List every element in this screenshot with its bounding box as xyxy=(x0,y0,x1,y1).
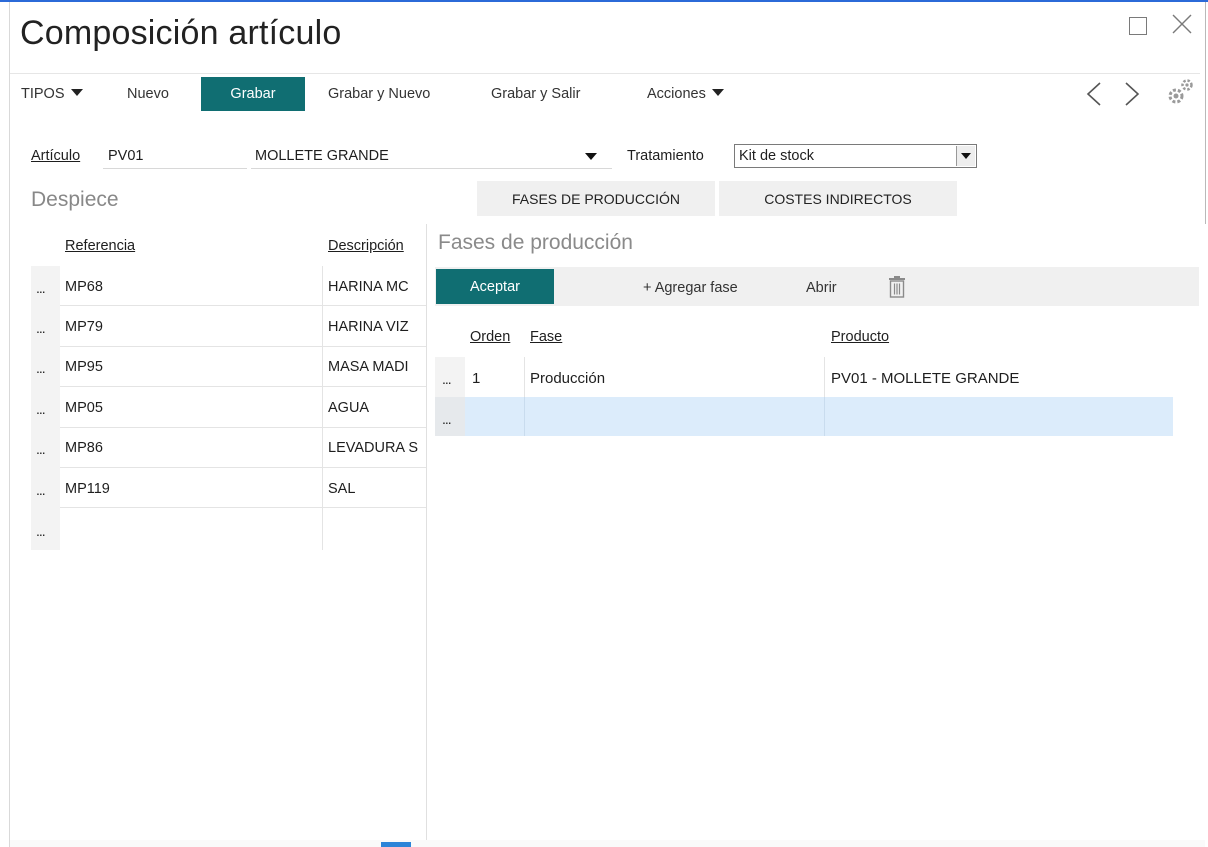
acciones-label: Acciones xyxy=(647,86,706,102)
caret-down-icon xyxy=(70,89,83,96)
col-producto-header[interactable]: Producto xyxy=(831,329,889,345)
new-row-selected[interactable] xyxy=(465,397,1173,436)
tipos-menu[interactable]: TIPOS xyxy=(21,86,83,102)
tratamiento-value: Kit de stock xyxy=(739,148,814,164)
row-menu-button[interactable]: ... xyxy=(36,482,46,498)
cell-descripcion[interactable]: LEVADURA S xyxy=(328,440,418,456)
caret-down-icon[interactable] xyxy=(585,153,597,160)
maximize-icon[interactable] xyxy=(1129,17,1147,35)
toolbar-divider xyxy=(10,73,1200,74)
tratamiento-select[interactable]: Kit de stock xyxy=(734,144,977,168)
abrir-button[interactable]: Abrir xyxy=(806,280,837,296)
grabar-nuevo-button[interactable]: Grabar y Nuevo xyxy=(328,86,430,102)
fases-title: Fases de producción xyxy=(438,231,633,254)
column-divider xyxy=(524,397,525,436)
row-menu-button[interactable]: ... xyxy=(36,401,46,417)
articulo-code-field[interactable]: PV01 xyxy=(103,146,247,169)
chevron-right-icon[interactable] xyxy=(1123,81,1141,107)
row-menu-button[interactable]: ... xyxy=(36,441,46,457)
bottom-edge xyxy=(10,840,1205,847)
tab-costes-indirectos[interactable]: COSTES INDIRECTOS xyxy=(719,181,957,216)
cell-descripcion[interactable]: MASA MADI xyxy=(328,359,409,375)
gear-icon[interactable] xyxy=(1165,76,1197,108)
chevron-left-icon[interactable] xyxy=(1085,81,1103,107)
cell-descripcion[interactable]: HARINA VIZ xyxy=(328,319,409,335)
window-title: Composición artículo xyxy=(20,14,342,52)
cell-orden[interactable]: 1 xyxy=(472,370,480,387)
window-left-border xyxy=(9,2,10,847)
cell-descripcion[interactable]: SAL xyxy=(328,481,355,497)
tratamiento-label: Tratamiento xyxy=(627,148,704,164)
row-divider xyxy=(31,467,426,468)
window-top-border xyxy=(0,0,1208,2)
cell-descripcion[interactable]: HARINA MC xyxy=(328,279,409,295)
tab-fases-produccion[interactable]: FASES DE PRODUCCIÓN xyxy=(477,181,715,216)
despiece-title: Despiece xyxy=(31,188,119,211)
acciones-menu[interactable]: Acciones xyxy=(647,86,724,102)
dropdown-button[interactable] xyxy=(956,146,975,166)
caret-down-icon xyxy=(961,153,971,159)
cell-referencia[interactable]: MP95 xyxy=(65,359,103,375)
row-menu-button[interactable]: ... xyxy=(442,411,452,427)
column-divider xyxy=(322,266,323,550)
caret-down-icon xyxy=(711,89,724,96)
row-menu-button[interactable]: ... xyxy=(36,523,46,539)
cell-descripcion[interactable]: AGUA xyxy=(328,400,369,416)
close-icon[interactable] xyxy=(1170,12,1194,36)
aceptar-button[interactable]: Aceptar xyxy=(436,269,554,304)
col-referencia-header[interactable]: Referencia xyxy=(65,238,135,254)
row-divider xyxy=(31,507,426,508)
row-menu-button[interactable]: ... xyxy=(442,371,452,387)
tipos-label: TIPOS xyxy=(21,86,65,102)
articulo-desc-field[interactable]: MOLLETE GRANDE xyxy=(251,146,612,169)
nuevo-button[interactable]: Nuevo xyxy=(127,86,169,102)
grabar-button[interactable]: Grabar xyxy=(201,77,305,111)
row-menu-button[interactable]: ... xyxy=(36,280,46,296)
row-menu-button[interactable]: ... xyxy=(36,320,46,336)
row-menu-button[interactable]: ... xyxy=(36,360,46,376)
col-descripcion-header[interactable]: Descripción xyxy=(328,238,404,254)
articulo-label[interactable]: Artículo xyxy=(31,148,80,164)
cell-referencia[interactable]: MP68 xyxy=(65,279,103,295)
cell-producto[interactable]: PV01 - MOLLETE GRANDE xyxy=(831,370,1019,387)
cell-referencia[interactable]: MP119 xyxy=(65,481,110,497)
cell-referencia[interactable]: MP79 xyxy=(65,319,103,335)
agregar-fase-button[interactable]: + Agregar fase xyxy=(643,280,738,296)
column-divider xyxy=(824,397,825,436)
row-divider xyxy=(31,386,426,387)
grabar-salir-button[interactable]: Grabar y Salir xyxy=(491,86,580,102)
cell-referencia[interactable]: MP05 xyxy=(65,400,103,416)
row-divider xyxy=(31,427,426,428)
fases-panel xyxy=(426,224,1207,847)
cell-referencia[interactable]: MP86 xyxy=(65,440,103,456)
trash-icon[interactable] xyxy=(885,275,909,299)
row-divider xyxy=(31,305,426,306)
bottom-indicator xyxy=(381,842,411,847)
col-fase-header[interactable]: Fase xyxy=(530,329,562,345)
row-divider xyxy=(31,346,426,347)
cell-fase[interactable]: Producción xyxy=(530,370,605,387)
col-orden-header[interactable]: Orden xyxy=(470,329,510,345)
